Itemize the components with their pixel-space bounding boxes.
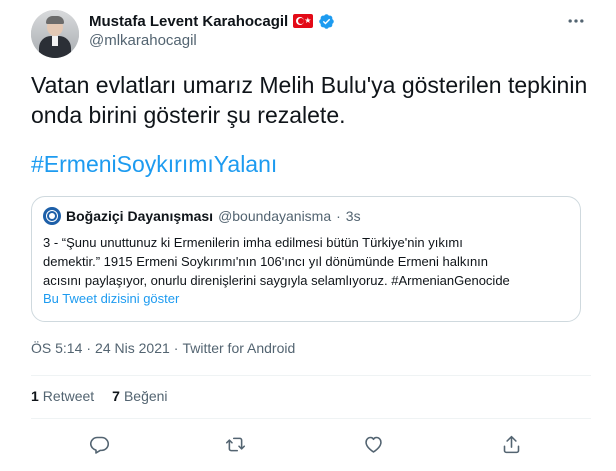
tweet-card: Mustafa Levent Karahocagil ★ @mlkarahoca… xyxy=(0,0,616,471)
tweet-source[interactable]: Twitter for Android xyxy=(182,340,295,356)
verified-badge-icon xyxy=(319,13,334,29)
reply-icon xyxy=(89,436,109,454)
tweet-meta: ÖS 5:14 · 24 Nis 2021 · Twitter for Andr… xyxy=(31,340,295,356)
more-options-button[interactable] xyxy=(561,9,591,33)
quoted-author-name: Boğaziçi Dayanışması xyxy=(66,208,214,224)
likes-count: 7 xyxy=(112,388,120,404)
retweets-label: Retweet xyxy=(42,388,95,404)
author-avatar[interactable] xyxy=(31,10,79,58)
share-button[interactable] xyxy=(493,426,529,462)
like-button[interactable] xyxy=(355,426,391,462)
author-name-row: Mustafa Levent Karahocagil ★ xyxy=(89,11,335,31)
show-thread-link[interactable]: Bu Tweet dizisini göster xyxy=(43,291,179,306)
quoted-separator: · xyxy=(336,208,341,224)
quoted-author-handle: @boundayanisma xyxy=(218,208,332,224)
tweet-actions xyxy=(31,426,591,462)
tweet-date[interactable]: 24 Nis 2021 xyxy=(95,340,170,356)
retweet-icon xyxy=(225,437,245,451)
share-icon xyxy=(503,435,519,453)
tweet-stats: 1 Retweet 7 Beğeni xyxy=(31,388,168,404)
reply-button[interactable] xyxy=(81,426,117,462)
likes-stat[interactable]: 7 Beğeni xyxy=(112,388,167,404)
author-display-name[interactable]: Mustafa Levent Karahocagil xyxy=(89,13,288,30)
retweet-button[interactable] xyxy=(217,426,253,462)
author-handle[interactable]: @mlkarahocagil xyxy=(89,32,197,49)
more-dots-icon xyxy=(568,19,584,23)
tweet-text: Vatan evlatları umarız Melih Bulu'ya gös… xyxy=(31,72,588,128)
tweet-time[interactable]: ÖS 5:14 xyxy=(31,340,82,356)
divider xyxy=(31,418,591,419)
retweets-stat[interactable]: 1 Retweet xyxy=(31,388,94,404)
meta-separator: · xyxy=(86,340,92,356)
retweets-count: 1 xyxy=(31,388,39,404)
tweet-hashtag[interactable]: #ErmeniSoykırımıYalanı xyxy=(31,149,277,179)
meta-separator: · xyxy=(173,340,179,356)
heart-icon xyxy=(364,436,382,453)
quoted-timestamp: 3s xyxy=(345,208,361,224)
quoted-tweet-text: 3 - “Şunu unuttunuz ki Ermenilerin imha … xyxy=(43,235,510,288)
quoted-tweet[interactable]: Boğaziçi Dayanışması @boundayanisma · 3s… xyxy=(31,196,581,322)
likes-label: Beğeni xyxy=(123,388,168,404)
divider xyxy=(31,375,591,376)
quoted-author-avatar xyxy=(43,207,61,225)
quoted-tweet-header: Boğaziçi Dayanışması @boundayanisma · 3s xyxy=(43,207,361,225)
turkish-flag-icon: ★ xyxy=(293,14,314,28)
